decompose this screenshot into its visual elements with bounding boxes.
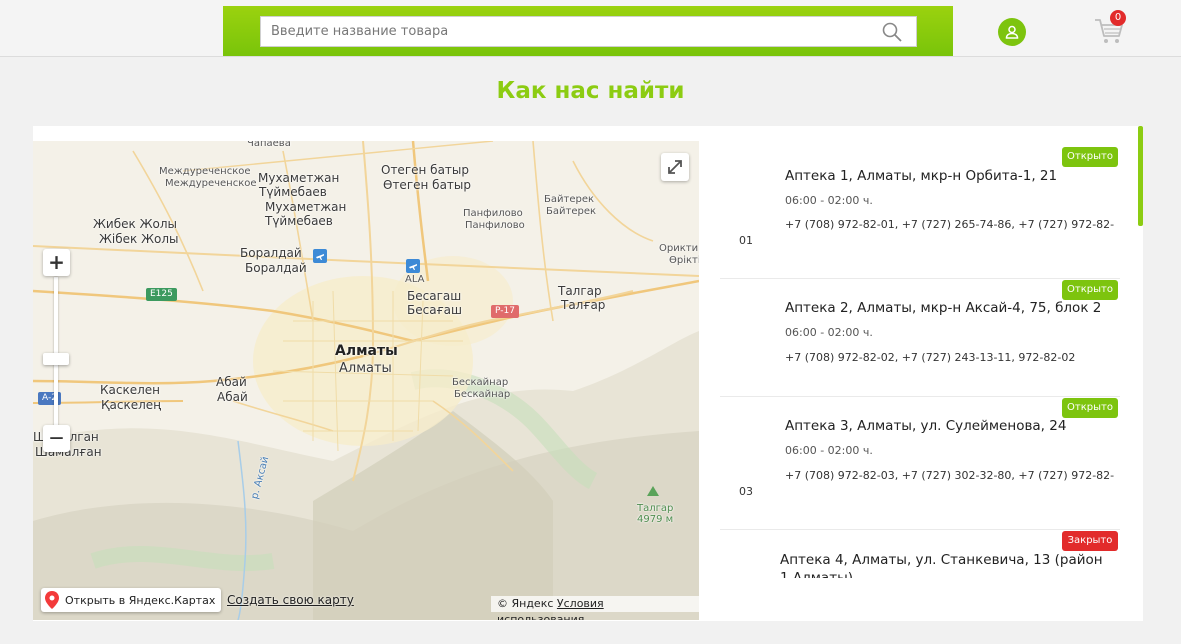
search-input[interactable]: [261, 17, 871, 46]
map-pin-icon: [45, 591, 59, 609]
zoom-out-button[interactable]: —: [43, 425, 70, 452]
list-item[interactable]: Закрыто Аптека 4, Алматы, ул. Станкевича…: [720, 529, 1120, 578]
map[interactable]: Чапаева Междуреченское Междуреченское Му…: [33, 141, 699, 620]
map-label-mukhametzhan: Мухаметжан: [258, 171, 340, 185]
map-label-talgar-kz: Талғар: [561, 298, 606, 312]
fullscreen-button[interactable]: [661, 153, 689, 181]
list-item[interactable]: Открыто Аптека 2, Алматы, мкр-н Аксай-4,…: [720, 278, 1120, 397]
map-label-talgar: Талгар: [558, 284, 602, 298]
pharmacy-list[interactable]: Открыто Аптека 1, Алматы, мкр-н Орбита-1…: [720, 141, 1120, 578]
search-box: [260, 16, 917, 47]
status-badge: Открыто: [1062, 147, 1118, 167]
map-label-mukhametzhan-kz: Мухаметжан: [265, 200, 347, 214]
header: 0: [0, 0, 1181, 57]
create-map-link[interactable]: Создать свою карту: [227, 593, 354, 607]
map-label-otegen: Отеген батыр: [381, 163, 470, 177]
zoom-slider-handle[interactable]: [43, 353, 69, 365]
pharmacy-name: Аптека 2, Алматы, мкр-н Аксай-4, 75, бло…: [785, 300, 1102, 316]
pharmacy-name: Аптека 3, Алматы, ул. Сулейменова, 24: [785, 418, 1067, 434]
map-label-boraldai: Боралдай: [240, 246, 302, 260]
map-label-mezhdurechenskoe-kz: Междуреченское: [165, 178, 257, 189]
map-label-baiterek-kz: Байтерек: [546, 206, 597, 217]
status-badge: Открыто: [1062, 398, 1118, 418]
map-label-zhibek-kz: Жібек Жолы: [99, 232, 179, 246]
map-label-boraldai-kz: Боралдай: [245, 261, 307, 275]
map-label-almaty: Алматы: [335, 343, 398, 359]
search-bar: [223, 6, 953, 56]
road-badge-p17: P-17: [491, 305, 519, 318]
pharmacy-hours: 06:00 - 02:00 ч.: [785, 194, 873, 207]
list-item[interactable]: Открыто Аптека 1, Алматы, мкр-н Орбита-1…: [720, 141, 1120, 279]
map-label-abai-kz: Абай: [217, 390, 248, 404]
open-in-yandex-label: Открыть в Яндекс.Картах: [65, 593, 216, 607]
search-icon[interactable]: [882, 22, 902, 42]
map-label-orikti-kz: Өрікті: [669, 255, 699, 266]
pharmacy-phones: +7 (708) 972-82-01, +7 (727) 265-74-86, …: [785, 218, 1115, 231]
pharmacy-phones-tail: 03: [739, 485, 753, 498]
pharmacy-name: Аптека 1, Алматы, мкр-н Орбита-1, 21: [785, 168, 1058, 184]
road-badge-e125: E125: [146, 288, 177, 301]
map-label-besagash-kz: Бесағаш: [407, 303, 462, 317]
map-label-abai: Абай: [216, 375, 247, 389]
zoom-in-button[interactable]: +: [43, 249, 70, 276]
map-label-chapaeva: Чапаева: [247, 141, 291, 149]
airport-ala-icon: [406, 259, 420, 273]
pharmacy-phones: +7 (708) 972-82-03, +7 (727) 302-32-80, …: [785, 469, 1115, 482]
page-title: Как нас найти: [496, 78, 685, 104]
status-badge: Открыто: [1062, 280, 1118, 300]
pharmacy-phones: +7 (708) 972-82-02, +7 (727) 243-13-11, …: [785, 351, 1076, 364]
map-label-almaty-kz: Алматы: [339, 361, 392, 376]
expand-icon: [668, 160, 682, 174]
map-label-zhibek: Жибек Жолы: [93, 217, 177, 231]
mountain-peak-icon: [647, 486, 659, 496]
list-item[interactable]: Открыто Аптека 3, Алматы, ул. Сулейменов…: [720, 396, 1120, 530]
list-scrollbar[interactable]: [1138, 126, 1143, 226]
map-label-otegen-kz: Өтеген батыр: [383, 178, 472, 192]
user-account-button[interactable]: [998, 18, 1026, 46]
map-label-peak-height: 4979 м: [637, 514, 674, 525]
map-copyright: © Яндекс Условия использования: [491, 596, 699, 620]
pharmacy-name: Аптека 4, Алматы, ул. Станкевича, 13 (ра…: [780, 552, 1103, 578]
map-label-panfilovo-kz: Панфилово: [465, 220, 525, 231]
map-label-ala: ALA: [405, 274, 425, 285]
map-label-tuimebaev: Түймебаев: [259, 185, 327, 199]
status-badge: Закрыто: [1062, 531, 1118, 551]
copyright-text: © Яндекс: [497, 597, 554, 610]
cart-count-badge: 0: [1110, 10, 1126, 26]
airport-icon: [313, 249, 327, 263]
user-icon: [1005, 25, 1019, 39]
map-label-besagash: Бесагаш: [407, 289, 462, 303]
pharmacy-phones-tail: 01: [739, 234, 753, 247]
map-label-kaskelen: Каскелен: [100, 383, 160, 397]
pharmacy-hours: 06:00 - 02:00 ч.: [785, 326, 873, 339]
pharmacy-hours: 06:00 - 02:00 ч.: [785, 444, 873, 457]
map-label-tuimebaev-kz: Түймебаев: [265, 214, 333, 228]
map-base: [33, 141, 699, 620]
map-label-beskainar-kz: Бескайнар: [454, 389, 511, 400]
map-label-kaskelen-kz: Қаскелең: [101, 398, 162, 412]
open-in-yandex-maps-button[interactable]: Открыть в Яндекс.Картах: [41, 588, 222, 612]
